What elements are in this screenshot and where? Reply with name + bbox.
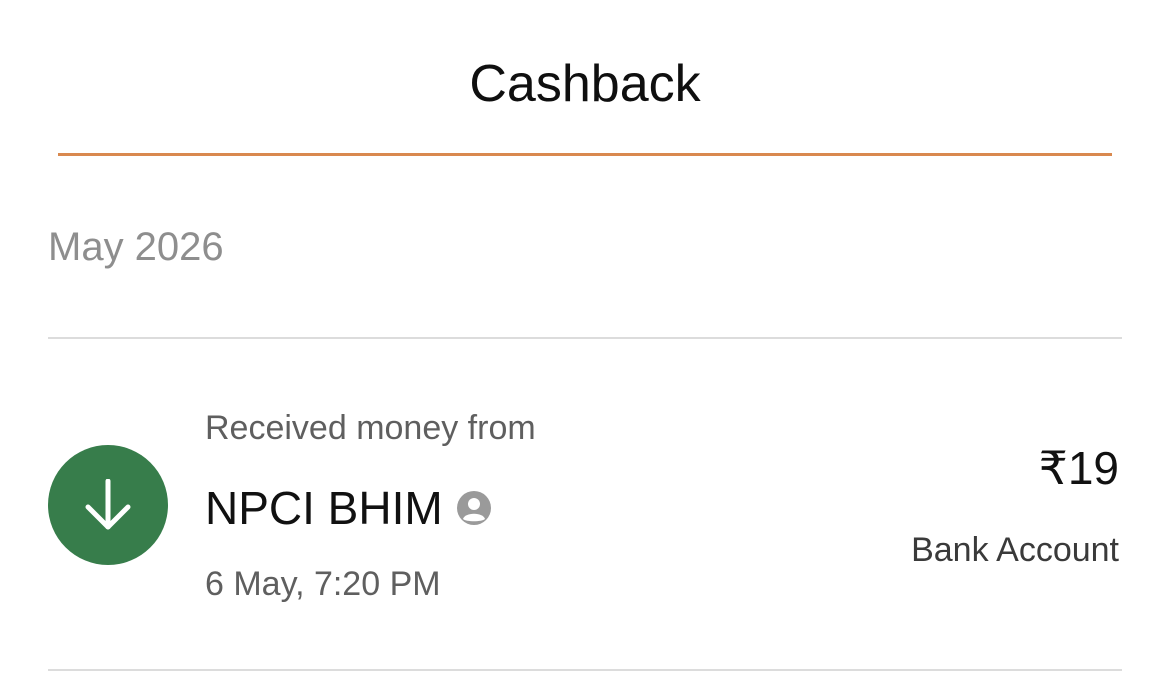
page-title: Cashback [469, 55, 701, 113]
divider [48, 337, 1122, 339]
transaction-amount: ₹19 [1038, 442, 1119, 494]
transaction-subtitle: Received money from [205, 409, 536, 447]
transaction-counterparty: NPCI BHIM [205, 482, 443, 534]
divider [48, 669, 1122, 671]
transaction-account: Bank Account [911, 531, 1119, 569]
arrow-down-icon [48, 445, 168, 565]
user-circle-icon [456, 491, 491, 525]
transaction-datetime: 6 May, 7:20 PM [205, 565, 441, 603]
transaction-row[interactable]: Received money from NPCI BHIM 6 May, 7:2… [0, 340, 1170, 668]
transaction-name-group: NPCI BHIM [205, 478, 491, 538]
tab-underline [58, 153, 1112, 156]
section-heading-month: May 2026 [48, 225, 224, 269]
